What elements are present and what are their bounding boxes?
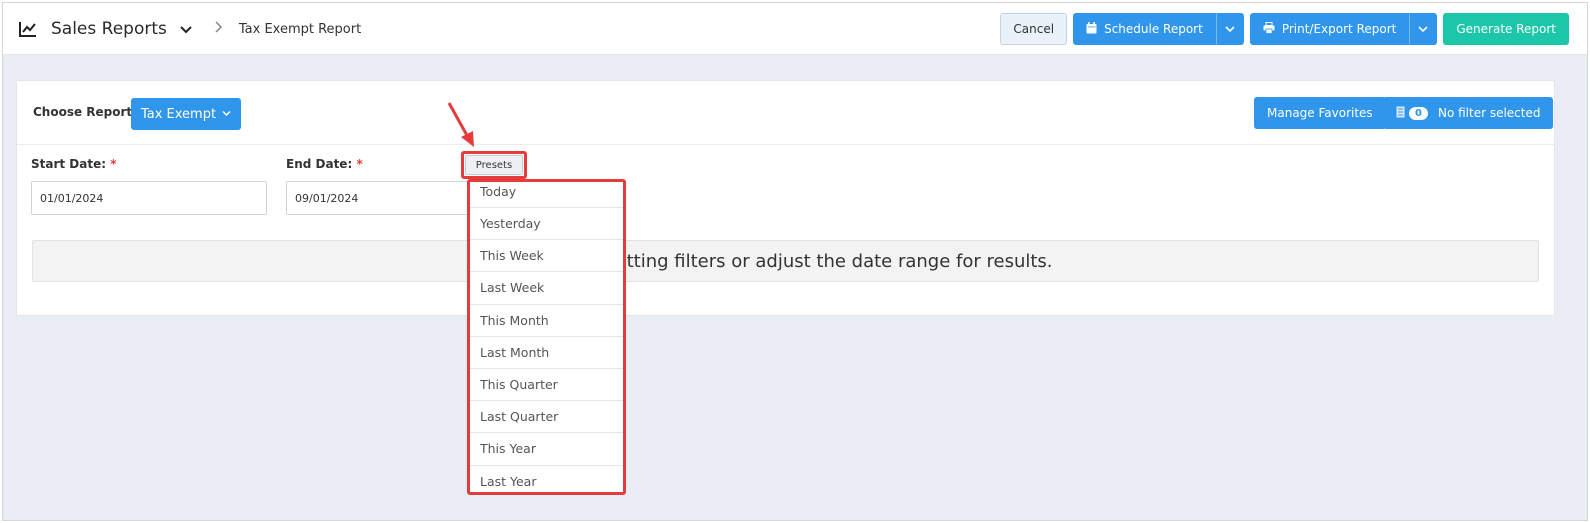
cancel-button[interactable]: Cancel <box>1000 13 1068 45</box>
preset-item-this-year[interactable]: This Year <box>470 433 623 466</box>
preset-item-yesterday[interactable]: Yesterday <box>470 208 623 241</box>
manage-favorites-button[interactable]: Manage Favorites <box>1254 97 1386 129</box>
filter-list-icon <box>1396 106 1405 121</box>
preset-item-last-quarter[interactable]: Last Quarter <box>470 401 623 434</box>
chevron-down-icon <box>222 109 231 120</box>
start-date-input[interactable] <box>31 181 267 215</box>
schedule-report-split: Schedule Report <box>1073 13 1244 45</box>
preset-item-this-week[interactable]: This Week <box>470 240 623 273</box>
report-select-dropdown[interactable]: Tax Exempt <box>131 98 241 130</box>
line-chart-icon <box>19 21 37 37</box>
chevron-down-icon[interactable] <box>179 22 193 36</box>
chevron-down-icon <box>1418 22 1428 36</box>
empty-results-message: mpty. Try setting filters or adjust the … <box>32 240 1539 282</box>
choose-report-label: Choose Report <box>33 105 133 119</box>
preset-item-this-month[interactable]: This Month <box>470 305 623 337</box>
top-header: Sales Reports Tax Exempt Report Cancel S… <box>3 3 1587 55</box>
end-date-label: End Date: * <box>286 157 363 171</box>
top-actions: Cancel Schedule Report Print/Export Repo… <box>1000 13 1569 45</box>
preset-item-last-week[interactable]: Last Week <box>470 272 623 305</box>
report-card: Choose Report Tax Exempt Manage Favorite… <box>16 80 1555 316</box>
schedule-report-button[interactable]: Schedule Report <box>1073 13 1216 45</box>
generate-report-button[interactable]: Generate Report <box>1443 13 1569 45</box>
print-export-button[interactable]: Print/Export Report <box>1249 13 1410 45</box>
print-export-dropdown[interactable] <box>1409 13 1438 45</box>
start-date-label: Start Date: * <box>31 157 117 171</box>
print-export-label: Print/Export Report <box>1281 22 1397 36</box>
breadcrumb: Sales Reports Tax Exempt Report <box>19 3 361 55</box>
printer-icon <box>1263 21 1275 37</box>
chevron-down-icon <box>1225 22 1235 36</box>
app-title[interactable]: Sales Reports <box>51 19 167 39</box>
app-frame: Sales Reports Tax Exempt Report Cancel S… <box>2 2 1588 521</box>
preset-item-this-quarter[interactable]: This Quarter <box>470 369 623 402</box>
chevron-right-icon <box>213 21 223 37</box>
annotation-arrow-icon <box>447 102 474 147</box>
filter-button[interactable]: 0 No filter selected <box>1383 97 1554 129</box>
print-export-split: Print/Export Report <box>1249 13 1438 45</box>
presets-highlight-box <box>461 151 527 179</box>
breadcrumb-current: Tax Exempt Report <box>238 21 362 37</box>
report-selector-bar: Choose Report Tax Exempt Manage Favorite… <box>17 81 1554 145</box>
presets-dropdown-menu: Today Yesterday This Week Last Week This… <box>467 179 626 495</box>
selected-report-label: Tax Exempt <box>140 106 217 122</box>
preset-item-today[interactable]: Today <box>470 182 623 208</box>
schedule-report-dropdown[interactable] <box>1215 13 1244 45</box>
calendar-icon <box>1086 21 1097 37</box>
preset-item-last-month[interactable]: Last Month <box>470 337 623 369</box>
schedule-report-label: Schedule Report <box>1104 22 1203 36</box>
filter-label: No filter selected <box>1437 106 1541 120</box>
filter-count-badge: 0 <box>1409 106 1428 120</box>
preset-item-last-year[interactable]: Last Year <box>470 466 623 493</box>
